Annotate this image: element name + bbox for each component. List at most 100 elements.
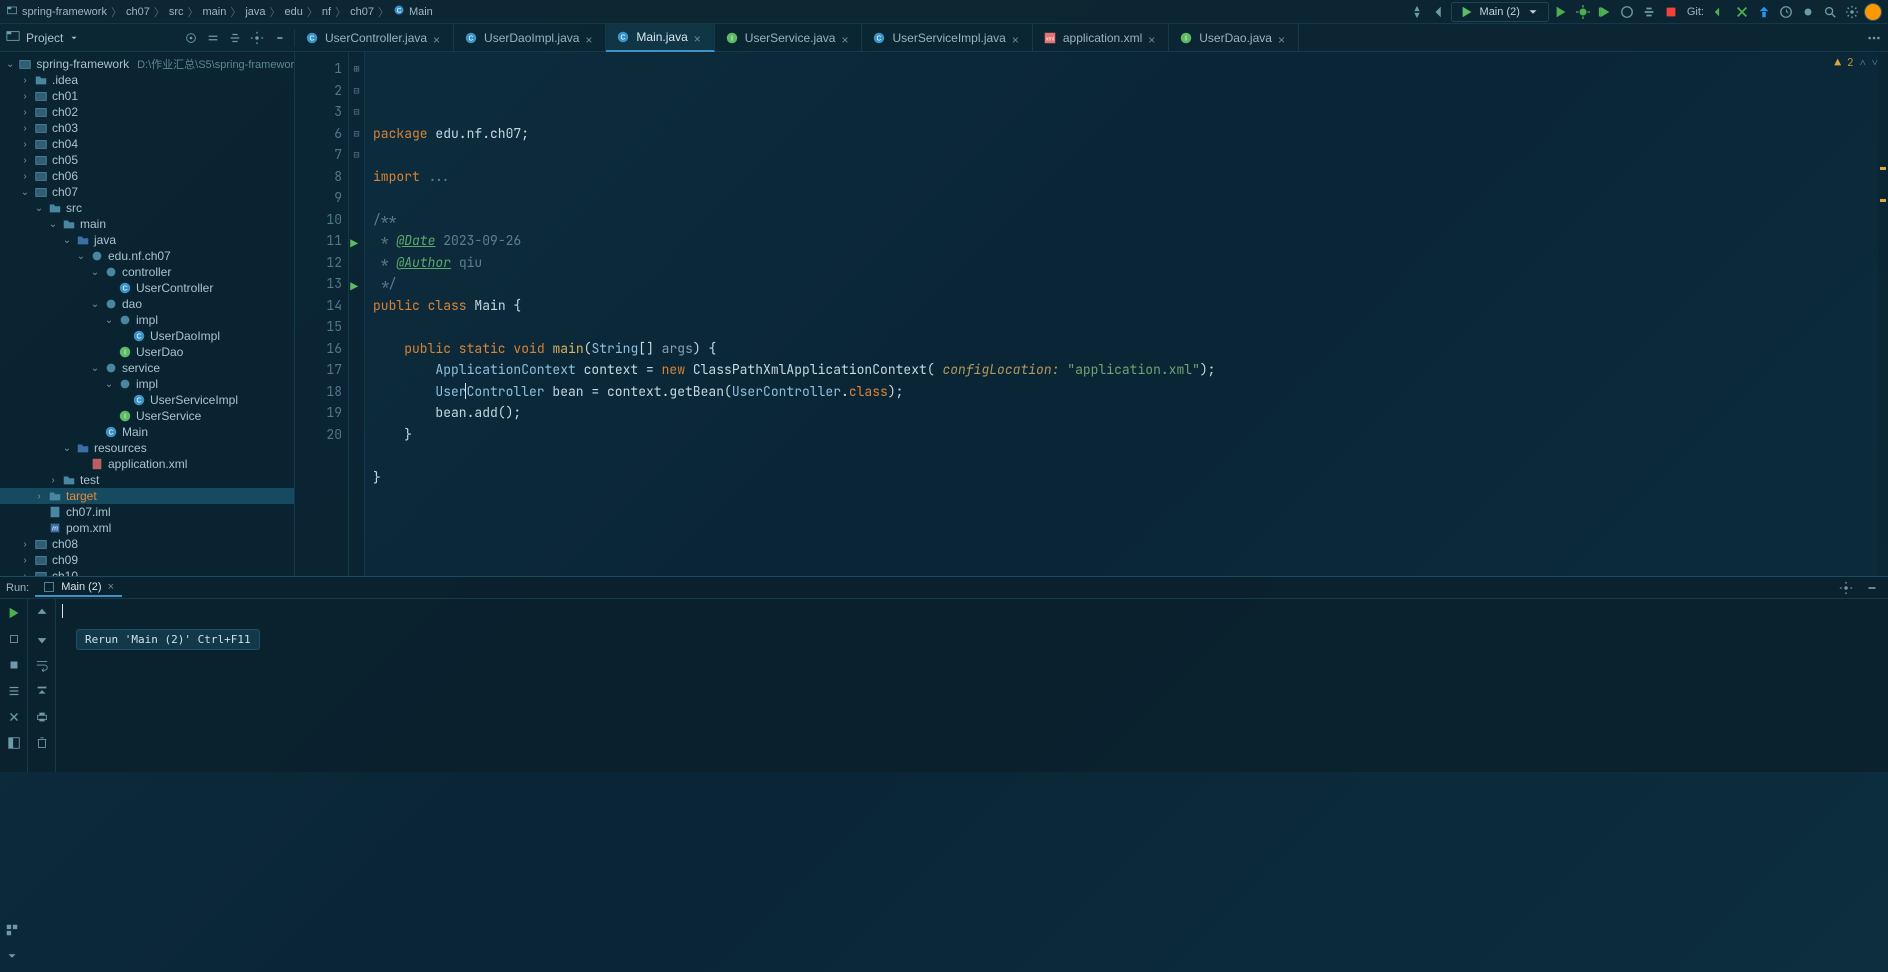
prev-problem-icon[interactable]: ˄ <box>1860 56 1866 70</box>
line-number[interactable]: 10 <box>295 209 342 231</box>
editor-tab[interactable]: CUserServiceImpl.java× <box>862 24 1032 52</box>
tree-node[interactable]: ›target <box>0 488 294 504</box>
code-line[interactable] <box>373 187 1878 209</box>
tree-chevron-icon[interactable]: ⌄ <box>48 219 58 230</box>
hide-panel-icon[interactable] <box>270 29 288 47</box>
code-line[interactable]: bean.add(); <box>373 402 1878 424</box>
breadcrumb-segment[interactable]: edu <box>285 6 303 18</box>
tree-node[interactable]: ›ch04 <box>0 136 294 152</box>
fold-handle[interactable]: ⊟ <box>349 144 364 166</box>
git-update-icon[interactable] <box>1710 2 1730 22</box>
tree-chevron-icon[interactable]: ⌄ <box>62 235 72 246</box>
editor-tab[interactable]: CUserDaoImpl.java× <box>454 24 606 52</box>
close-icon[interactable]: × <box>108 581 114 593</box>
line-number[interactable]: 12 <box>295 252 342 274</box>
code-line[interactable] <box>373 144 1878 166</box>
tree-chevron-icon[interactable]: › <box>34 491 44 502</box>
tree-node[interactable]: IUserDao <box>0 344 294 360</box>
exit-icon[interactable] <box>4 707 24 727</box>
tree-node[interactable]: ch07.iml <box>0 504 294 520</box>
inspection-widget[interactable]: ▲ 2 ˄ ˅ <box>1834 56 1878 70</box>
tree-node[interactable]: ›.idea <box>0 72 294 88</box>
marker-bar[interactable] <box>1878 52 1888 576</box>
back-icon[interactable] <box>1429 2 1449 22</box>
code-line[interactable] <box>373 316 1878 338</box>
close-icon[interactable]: × <box>1012 33 1022 43</box>
line-number[interactable]: 15 <box>295 316 342 338</box>
tree-node[interactable]: ⌄impl <box>0 312 294 328</box>
tree-chevron-icon[interactable]: ⌄ <box>34 203 44 214</box>
tree-chevron-icon[interactable]: › <box>20 107 30 118</box>
code-line[interactable]: } <box>373 424 1878 446</box>
line-number[interactable]: 19 <box>295 402 342 424</box>
editor-tab[interactable]: CMain.java× <box>606 24 714 52</box>
run-config-selector[interactable]: Main (2) <box>1451 2 1549 22</box>
tree-node[interactable]: ⌄controller <box>0 264 294 280</box>
code-line[interactable]: import ... <box>373 166 1878 188</box>
code-line[interactable]: * @Date 2023-09-26 <box>373 230 1878 252</box>
tree-chevron-icon[interactable]: › <box>20 155 30 166</box>
tree-chevron-icon[interactable]: ⌄ <box>20 187 30 198</box>
breadcrumb-segment[interactable]: Main <box>409 6 433 18</box>
line-number[interactable]: 14 <box>295 295 342 317</box>
tree-chevron-icon[interactable]: › <box>20 123 30 134</box>
gutter-run-icon[interactable]: ▶ <box>350 276 358 298</box>
tree-node[interactable]: ⌄edu.nf.ch07 <box>0 248 294 264</box>
code-line[interactable]: } <box>373 467 1878 489</box>
ide-search-icon[interactable] <box>1820 2 1840 22</box>
up-stack-icon[interactable] <box>32 603 52 623</box>
line-number[interactable]: 20 <box>295 424 342 446</box>
breadcrumb-segment[interactable]: nf <box>322 6 331 18</box>
run-icon[interactable] <box>1551 2 1571 22</box>
panel-settings-icon[interactable] <box>248 29 266 47</box>
close-icon[interactable]: × <box>841 33 851 43</box>
tree-node[interactable]: ›ch05 <box>0 152 294 168</box>
tree-chevron-icon[interactable]: ⌄ <box>62 443 72 454</box>
project-view-icon[interactable] <box>6 29 20 46</box>
tree-chevron-icon[interactable]: › <box>20 555 30 566</box>
tree-node[interactable]: CMain <box>0 424 294 440</box>
breadcrumb-segment[interactable]: ch07 <box>126 6 150 18</box>
tree-node[interactable]: ›ch09 <box>0 552 294 568</box>
code-line[interactable]: ApplicationContext context = new ClassPa… <box>373 359 1878 381</box>
tree-chevron-icon[interactable]: ⌄ <box>90 267 100 278</box>
line-number[interactable]: 8 <box>295 166 342 188</box>
code-editor[interactable]: 12367891011▶1213▶14151617181920 ⊞⊟⊟⊟⊟ pa… <box>295 52 1888 576</box>
code-line[interactable] <box>373 445 1878 467</box>
tree-node[interactable]: ⌄resources <box>0 440 294 456</box>
close-icon[interactable]: × <box>433 33 443 43</box>
close-icon[interactable]: × <box>1278 33 1288 43</box>
editor-gutter[interactable]: 12367891011▶1213▶14151617181920 <box>295 52 349 576</box>
vcs-icon[interactable] <box>1407 2 1427 22</box>
code-line[interactable]: * @Author qiu <box>373 252 1878 274</box>
layout-icon[interactable] <box>4 733 24 753</box>
print-icon[interactable] <box>32 707 52 727</box>
run-tab[interactable]: Main (2) × <box>35 579 122 597</box>
chevron-down-icon[interactable] <box>69 33 79 43</box>
avatar[interactable] <box>1864 3 1882 21</box>
tree-node[interactable]: CUserServiceImpl <box>0 392 294 408</box>
editor-tab[interactable]: xmlapplication.xml× <box>1033 24 1169 52</box>
code-line[interactable]: public class Main { <box>373 295 1878 317</box>
tree-node[interactable]: IUserService <box>0 408 294 424</box>
minimize-panel-icon[interactable] <box>1862 578 1882 598</box>
git-push-icon[interactable] <box>1754 2 1774 22</box>
editor-tab[interactable]: IUserService.java× <box>715 24 863 52</box>
line-number[interactable]: 9 <box>295 187 342 209</box>
tree-node[interactable]: ⌄main <box>0 216 294 232</box>
breadcrumb-segment[interactable]: src <box>169 6 184 18</box>
tree-chevron-icon[interactable]: › <box>20 139 30 150</box>
line-number[interactable]: 13▶ <box>295 273 342 295</box>
stop2-icon[interactable] <box>4 655 24 675</box>
tree-node[interactable]: ⌄spring-frameworkD:\作业汇总\S5\spring-frame… <box>0 56 294 72</box>
more-stripe-icon[interactable] <box>2 946 22 966</box>
breadcrumb[interactable]: spring-framework〉ch07〉src〉main〉java〉edu〉… <box>6 4 433 20</box>
line-number[interactable]: 7 <box>295 144 342 166</box>
tree-chevron-icon[interactable]: ⌄ <box>90 363 100 374</box>
tree-node[interactable]: ›ch06 <box>0 168 294 184</box>
fold-handle[interactable]: ⊟ <box>349 101 364 123</box>
tree-node[interactable]: ⌄java <box>0 232 294 248</box>
git-commit-icon[interactable] <box>1732 2 1752 22</box>
line-number[interactable]: 6 <box>295 123 342 145</box>
ide-settings-icon[interactable] <box>1842 2 1862 22</box>
